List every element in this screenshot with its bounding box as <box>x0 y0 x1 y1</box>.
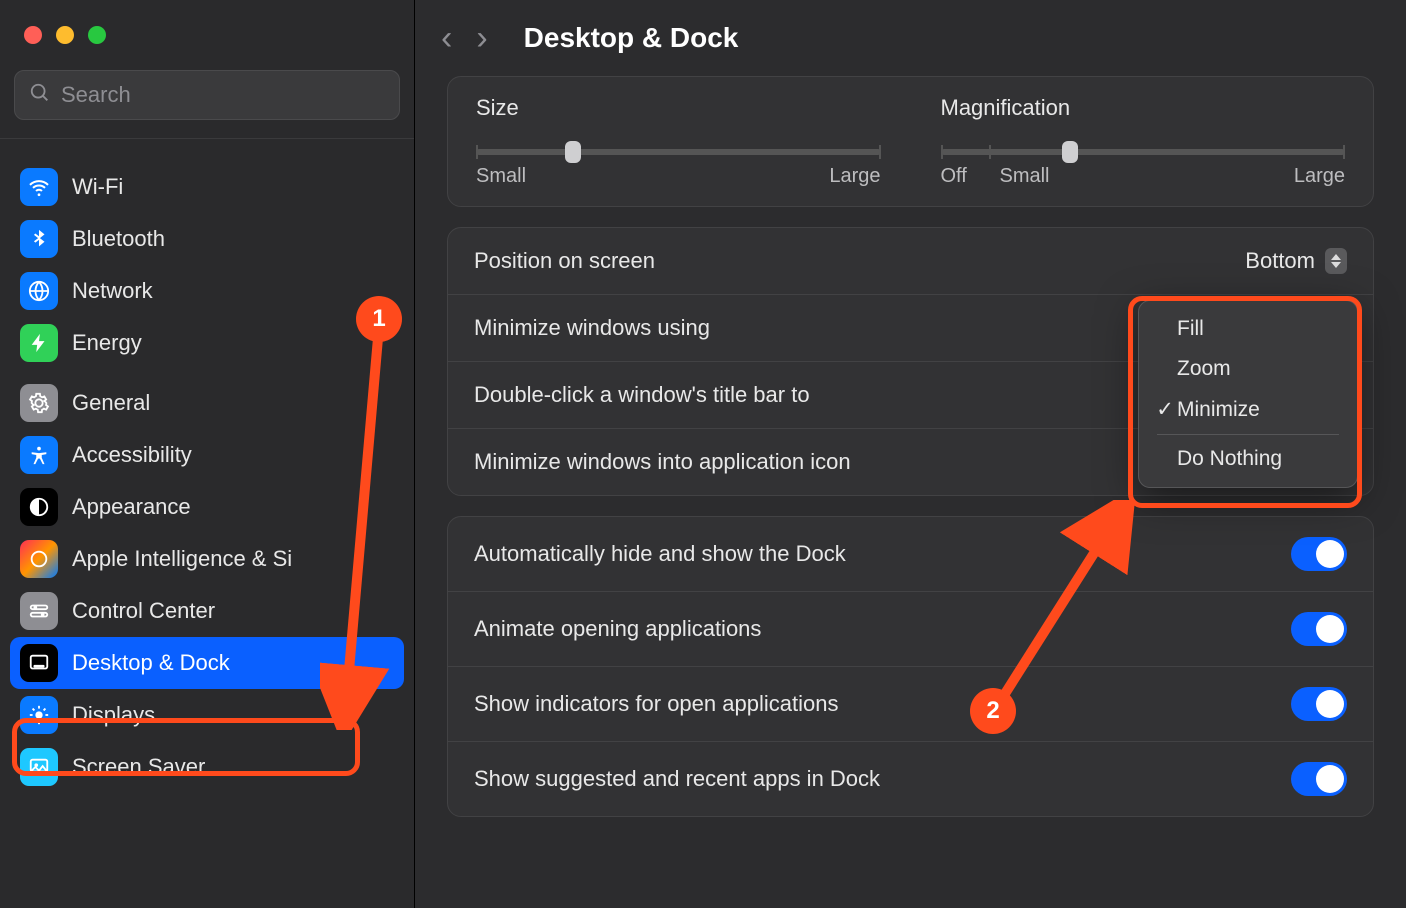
zoom-window-button[interactable] <box>88 26 106 44</box>
autohide-switch[interactable] <box>1291 537 1347 571</box>
search-input[interactable] <box>61 82 385 108</box>
dropdown-item-label: Zoom <box>1177 357 1231 381</box>
dropdown-item-minimize[interactable]: ✓Minimize <box>1139 389 1357 430</box>
desktopdock-icon <box>20 644 58 682</box>
general-icon <box>20 384 58 422</box>
double-click-label: Double-click a window's title bar to <box>474 382 810 408</box>
size-label: Size <box>476 95 881 121</box>
sidebar-item-label: General <box>72 390 150 416</box>
double-click-dropdown[interactable]: FillZoom✓MinimizeDo Nothing <box>1138 300 1358 488</box>
magnification-slider[interactable] <box>941 149 1346 155</box>
sidebar-item-wifi[interactable]: Wi-Fi <box>10 161 404 213</box>
accessibility-icon <box>20 436 58 474</box>
dock-behaviour-card: Automatically hide and show the Dock Ani… <box>447 516 1374 817</box>
page-title: Desktop & Dock <box>524 22 739 54</box>
sidebar-item-label: Accessibility <box>72 442 192 468</box>
sidebar-item-label: Screen Saver <box>72 754 205 780</box>
search-field[interactable] <box>14 70 400 120</box>
checkmark-icon: ✓ <box>1153 397 1177 422</box>
magnification-min-label: Small <box>999 165 1049 187</box>
indicators-switch[interactable] <box>1291 687 1347 721</box>
annotation-marker-1: 1 <box>356 296 402 342</box>
sidebar-item-label: Energy <box>72 330 142 356</box>
updown-icon <box>1325 248 1347 274</box>
energy-icon <box>20 324 58 362</box>
sidebar-item-label: Bluetooth <box>72 226 165 252</box>
size-slider-group: Size Small Large <box>476 95 881 188</box>
magnification-label: Magnification <box>941 95 1346 121</box>
magnification-max-label: Large <box>1294 165 1345 188</box>
search-icon <box>29 82 51 109</box>
bluetooth-icon <box>20 220 58 258</box>
wifi-icon <box>20 168 58 206</box>
sidebar-item-label: Network <box>72 278 153 304</box>
dropdown-separator <box>1157 434 1339 435</box>
minimize-using-label: Minimize windows using <box>474 315 710 341</box>
ai-icon <box>20 540 58 578</box>
screensaver-icon <box>20 748 58 786</box>
sidebar-item-label: Control Center <box>72 598 215 624</box>
size-max-label: Large <box>829 165 880 188</box>
dropdown-item-label: Fill <box>1177 317 1204 341</box>
row-recents: Show suggested and recent apps in Dock <box>448 741 1373 816</box>
size-min-label: Small <box>476 165 526 188</box>
sidebar-item-label: Desktop & Dock <box>72 650 230 676</box>
window-traffic-lights <box>0 0 414 70</box>
magnification-off-label: Off <box>941 165 967 187</box>
dropdown-item-do-nothing[interactable]: Do Nothing <box>1139 439 1357 479</box>
minimize-into-icon-label: Minimize windows into application icon <box>474 449 851 475</box>
sidebar-item-bluetooth[interactable]: Bluetooth <box>10 213 404 265</box>
size-slider[interactable] <box>476 149 881 155</box>
position-value: Bottom <box>1245 248 1315 274</box>
appearance-icon <box>20 488 58 526</box>
dropdown-item-label: Minimize <box>1177 398 1260 422</box>
sidebar-item-label: Apple Intelligence & Si <box>72 546 292 572</box>
row-indicators: Show indicators for open applications <box>448 666 1373 741</box>
sidebar-item-screensaver[interactable]: Screen Saver <box>10 741 404 793</box>
annotation-arrow-1 <box>320 300 420 730</box>
network-icon <box>20 272 58 310</box>
magnification-slider-group: Magnification Off Small Large <box>941 95 1346 188</box>
forward-button[interactable]: › <box>476 19 487 58</box>
autohide-label: Automatically hide and show the Dock <box>474 541 846 567</box>
position-label: Position on screen <box>474 248 655 274</box>
back-button[interactable]: ‹ <box>441 19 452 58</box>
dropdown-item-label: Do Nothing <box>1177 447 1282 471</box>
animate-label: Animate opening applications <box>474 616 761 642</box>
sidebar-item-label: Appearance <box>72 494 191 520</box>
position-popup[interactable]: Bottom <box>1245 248 1347 274</box>
row-position-on-screen: Position on screen Bottom <box>448 228 1373 294</box>
row-autohide: Automatically hide and show the Dock <box>448 517 1373 591</box>
dropdown-item-fill[interactable]: Fill <box>1139 309 1357 349</box>
displays-icon <box>20 696 58 734</box>
controlcenter-icon <box>20 592 58 630</box>
sidebar-item-label: Displays <box>72 702 155 728</box>
sidebar-item-label: Wi-Fi <box>72 174 123 200</box>
minimize-window-button[interactable] <box>56 26 74 44</box>
recents-label: Show suggested and recent apps in Dock <box>474 766 880 792</box>
dropdown-item-zoom[interactable]: Zoom <box>1139 349 1357 389</box>
dock-size-card: Size Small Large Magnification <box>447 76 1374 207</box>
indicators-label: Show indicators for open applications <box>474 691 838 717</box>
animate-switch[interactable] <box>1291 612 1347 646</box>
main-header: ‹ › Desktop & Dock <box>415 0 1406 76</box>
annotation-marker-2: 2 <box>970 688 1016 734</box>
close-window-button[interactable] <box>24 26 42 44</box>
recents-switch[interactable] <box>1291 762 1347 796</box>
row-animate: Animate opening applications <box>448 591 1373 666</box>
